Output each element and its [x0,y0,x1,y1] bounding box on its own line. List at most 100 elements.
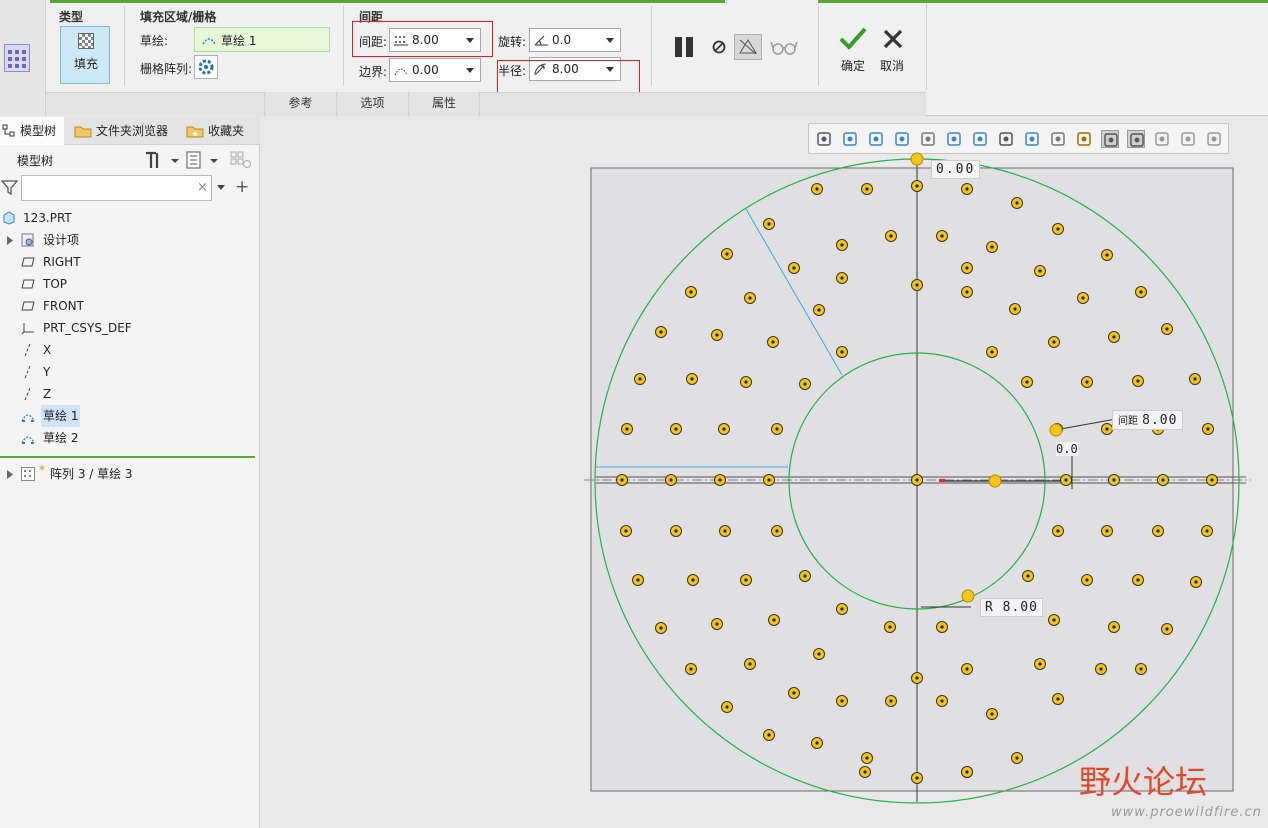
pattern-point-center [715,333,719,337]
pattern-point-center [725,705,729,709]
pattern-point-center [940,234,944,238]
ok-label[interactable]: 确定 [841,57,865,74]
tree-settings-button[interactable] [143,150,183,170]
border-dropdown[interactable]: 0.00 [389,58,481,82]
pattern-point-center [888,625,892,629]
tab-folder-browser-label: 文件夹浏览器 [96,124,169,138]
tree-row-[interactable]: 设计项 [0,229,260,251]
tab-options[interactable]: 选项 [336,92,408,116]
verify-preview-icon[interactable] [734,34,762,60]
dimension-angle[interactable]: 0.0 [1056,442,1078,456]
cancel-label[interactable]: 取消 [880,57,904,74]
pattern-point-center [915,676,919,680]
tree-row-2[interactable]: 草绘 2 [0,427,260,449]
add-filter-icon[interactable]: + [235,177,249,197]
ribbon-left-strip [0,0,46,116]
tree-search-input[interactable]: × [21,175,212,201]
tab-favorites[interactable]: 收藏夹 [184,117,256,145]
sketch-collector[interactable]: 草绘 1 [194,27,330,52]
tab-references[interactable]: 参考 [264,92,336,116]
tab-folder-browser[interactable]: 文件夹浏览器 [72,117,180,145]
tree-row-1[interactable]: 草绘 1 [0,405,260,427]
pattern-point-center [965,667,969,671]
dimension-top[interactable]: 0.00 [931,160,981,179]
show-button[interactable] [185,150,223,170]
fill-type-button[interactable]: 填充 [60,26,110,84]
pattern-point-center [1105,427,1109,431]
tree-row-y[interactable]: Y [0,361,260,383]
type-group-title: 类型 [59,10,84,24]
chevron-down-icon [466,68,474,73]
pattern-point-center [1105,529,1109,533]
pattern-point-center [748,296,752,300]
dimension-radius-prefix: R [985,600,994,615]
tree-row-top[interactable]: TOP [0,273,260,295]
dimension-radius[interactable]: R 8.00 [980,598,1043,617]
pattern-icon[interactable] [4,44,30,72]
pattern-point-center [1056,227,1060,231]
tree-row-front[interactable]: FRONT [0,295,260,317]
search-options-chevron-icon[interactable] [217,185,225,190]
expand-arrow-icon[interactable] [6,236,14,245]
tab-model-tree[interactable]: 模型树 [0,117,64,145]
pattern-point-center [659,330,663,334]
pattern-point-center [1026,574,1030,578]
insert-indicator-line [0,456,255,458]
pattern-point-center [1038,269,1042,273]
pattern-point-center [1139,667,1143,671]
tools-icon [146,151,179,168]
dimension-spacing-value: 8.00 [1142,413,1178,428]
pattern-point-center [1052,618,1056,622]
pattern-point-center [1112,335,1116,339]
pattern-point-center [722,427,726,431]
rotation-dropdown[interactable]: 0.0 [529,28,621,52]
clear-search-icon[interactable]: × [197,180,208,195]
sketch-drawing[interactable] [261,117,1268,828]
insert-star-icon: * [39,463,45,477]
pattern-point-center [965,187,969,191]
tree-row-right[interactable]: RIGHT [0,251,260,273]
graphics-window[interactable]: 0.00 间距 8.00 0.0 R 8.00 野火论坛 www.proewil… [261,117,1268,828]
pattern-point-center [771,340,775,344]
tree-row-label: 设计项 [43,233,80,247]
filter-icon[interactable] [0,179,19,196]
filter-settings-icon[interactable] [230,151,252,169]
pattern-point-center [1085,380,1089,384]
pause-icon[interactable] [673,36,697,58]
pattern-point-center [940,625,944,629]
tree-row-x[interactable]: X [0,339,260,361]
border-icon [394,68,408,76]
tree-row-z[interactable]: Z [0,383,260,405]
pattern-point-center [772,618,776,622]
csys-icon [21,323,34,335]
grid-array-label: 栅格阵列: [140,62,193,76]
ribbon-divider [124,6,125,86]
pattern-point-center [748,662,752,666]
pattern-point-center [1194,580,1198,584]
dimension-spacing[interactable]: 间距 8.00 [1112,410,1184,430]
expand-arrow-icon[interactable] [6,470,14,479]
sketch-icon [21,414,35,422]
tree-row-123-prt[interactable]: 123.PRT [0,207,260,229]
pattern-point-center [815,187,819,191]
chevron-down-icon [606,38,614,43]
glasses-icon[interactable] [770,38,798,56]
pattern-point-center [817,652,821,656]
no-preview-icon[interactable] [711,39,727,55]
pattern-point-center [1056,697,1060,701]
fill-button-label: 填充 [73,57,98,71]
tree-row-pattern[interactable]: * 阵列 3 / 草绘 3 [0,463,260,485]
tree-row-prt-csys-def[interactable]: PRT_CSYS_DEF [0,317,260,339]
datum-plane-icon [21,279,35,289]
ok-button[interactable] [838,26,868,52]
watermark-title: 野火论坛 [1079,763,1208,801]
pattern-point-center [1013,307,1017,311]
pattern-point-center [636,578,640,582]
tab-properties[interactable]: 属性 [408,92,480,116]
model-tree-header: 模型树 [17,154,54,168]
cancel-button[interactable] [882,29,904,49]
pattern-point-center [815,741,819,745]
grid-settings-button[interactable] [194,55,218,79]
datum-plane-icon [21,257,35,267]
pattern-point-center [965,770,969,774]
